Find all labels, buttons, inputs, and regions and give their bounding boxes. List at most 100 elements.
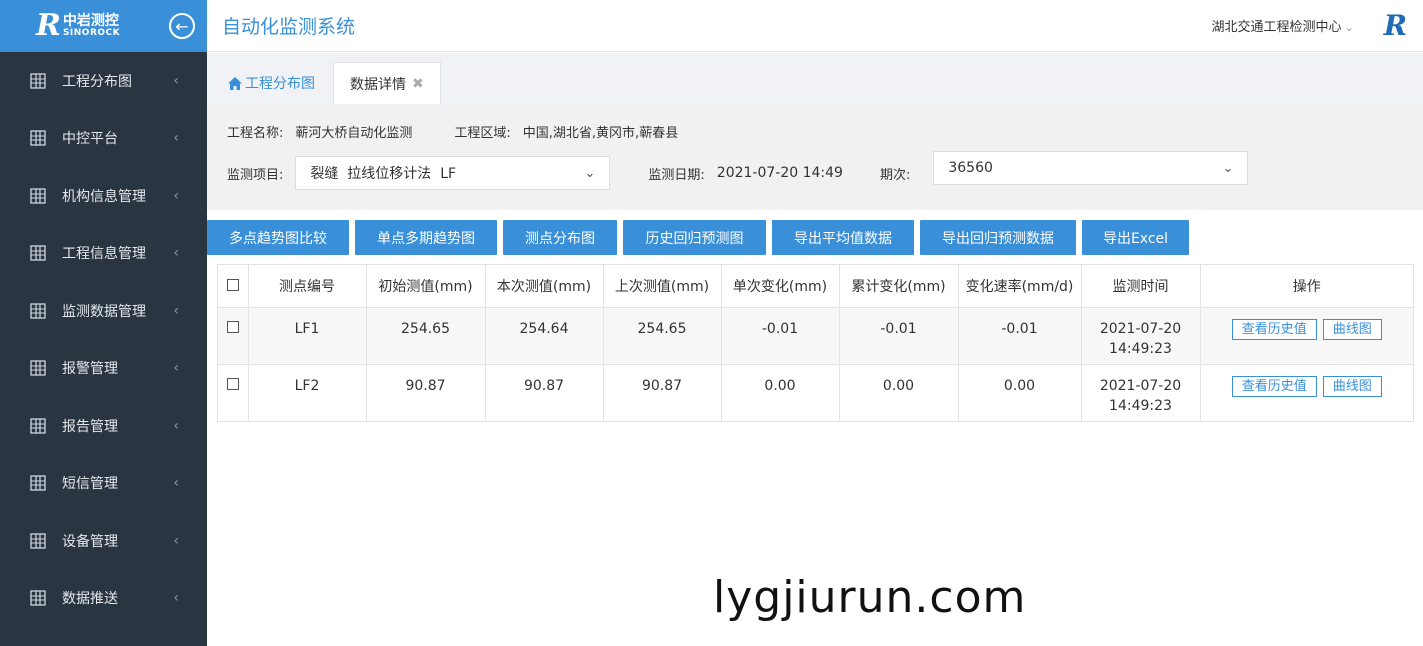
project-name-value: 蕲河大桥自动化监测 <box>295 126 413 141</box>
chevron-left-icon: ‹ <box>173 187 179 204</box>
sidebar-item-label: 设备管理 <box>62 533 118 550</box>
org-name: 湖北交通工程检测中心 <box>1211 20 1342 35</box>
select-all-cell <box>218 265 249 308</box>
table-row: LF1 254.65 254.64 254.65 -0.01 -0.01 -0.… <box>218 307 1413 365</box>
sidebar-item-data-push[interactable]: 数据推送 ‹ <box>0 570 207 628</box>
col-header[interactable]: 测点编号 <box>248 265 367 308</box>
col-header[interactable]: 单次变化(mm) <box>721 265 840 308</box>
cell-time: 14:49:23 <box>1109 340 1172 357</box>
monitor-date-value: 2021-07-20 14:49 <box>716 165 843 181</box>
cell-current: 90.87 <box>485 364 604 421</box>
cell-cumulative-change: 0.00 <box>839 364 959 421</box>
sidebar-item-device[interactable]: 设备管理 ‹ <box>0 512 207 570</box>
sidebar-item-project-map[interactable]: 工程分布图 ‹ <box>0 52 207 110</box>
chevron-down-icon: ⌄ <box>584 165 596 181</box>
monitor-item-label: 监测项目: <box>227 167 284 183</box>
cell-single-change: 0.00 <box>721 364 840 421</box>
row-checkbox[interactable] <box>226 377 239 390</box>
system-title: 自动化监测系统 <box>222 16 356 38</box>
single-point-trend-button[interactable]: 单点多期趋势图 <box>355 220 497 255</box>
close-icon[interactable]: ✖ <box>412 76 424 92</box>
cell-monitor-time: 2021-07-20 14:49:23 <box>1081 364 1201 421</box>
cell-current: 254.64 <box>485 307 604 365</box>
col-header[interactable]: 本次测值(mm) <box>485 265 604 308</box>
home-icon <box>227 76 243 91</box>
export-regression-button[interactable]: 导出回归预测数据 <box>920 220 1076 255</box>
logo-mark: R <box>36 8 61 43</box>
grid-icon <box>30 130 46 146</box>
period-value: 36560 <box>948 160 993 176</box>
grid-icon <box>30 245 46 261</box>
grid-icon <box>30 188 46 204</box>
cell-point-id: LF1 <box>248 307 367 365</box>
region-value: 中国,湖北省,黄冈市,蕲春县 <box>522 126 679 141</box>
collapse-sidebar-button[interactable]: ← <box>169 13 195 39</box>
regression-forecast-button[interactable]: 历史回归预测图 <box>623 220 766 255</box>
col-header[interactable]: 上次测值(mm) <box>603 265 722 308</box>
org-dropdown[interactable]: 湖北交通工程检测中心 ⌄ <box>1211 16 1353 35</box>
col-header[interactable]: 变化速率(mm/d) <box>958 265 1082 308</box>
tab-label: 数据详情 <box>350 76 406 93</box>
project-name-label: 工程名称: <box>227 126 284 141</box>
row-checkbox[interactable] <box>226 320 239 333</box>
grid-icon <box>30 303 46 319</box>
cell-previous: 254.65 <box>603 307 722 365</box>
sidebar-item-monitor-data[interactable]: 监测数据管理 ‹ <box>0 282 207 340</box>
export-excel-button[interactable]: 导出Excel <box>1082 220 1189 255</box>
grid-icon <box>30 475 46 491</box>
cell-monitor-time: 2021-07-20 14:49:23 <box>1081 307 1201 365</box>
app-root: R 中岩测控 SINOROCK ← 工程分布图 ‹ 中控平台 ‹ 机构信息管理 ‹ 工… <box>0 0 1423 646</box>
cell-rate: -0.01 <box>958 307 1082 365</box>
grid-icon <box>30 418 46 434</box>
cell-time: 14:49:23 <box>1109 397 1172 414</box>
sidebar-item-control-platform[interactable]: 中控平台 ‹ <box>0 110 207 168</box>
tab-data-detail[interactable]: 数据详情 ✖ <box>333 62 441 104</box>
cell-initial: 90.87 <box>366 364 486 421</box>
curve-chart-button[interactable]: 曲线图 <box>1322 318 1382 340</box>
grid-icon <box>30 533 46 549</box>
row-select-cell <box>218 307 249 365</box>
cell-cumulative-change: -0.01 <box>839 307 959 365</box>
col-header: 操作 <box>1200 265 1413 308</box>
sidebar-item-label: 中控平台 <box>62 131 118 148</box>
select-all-checkbox[interactable] <box>226 278 239 291</box>
sidebar-item-project-info[interactable]: 工程信息管理 ‹ <box>0 225 207 283</box>
region-label: 工程区域: <box>454 126 511 141</box>
watermark-text: lygjiurun.com <box>713 572 1027 623</box>
period-select[interactable]: 36560 ⌄ <box>933 151 1249 185</box>
monitor-item-select[interactable]: 裂缝 拉线位移计法 LF ⌄ <box>295 156 611 190</box>
cell-single-change: -0.01 <box>721 307 840 365</box>
sidebar-item-report[interactable]: 报告管理 ‹ <box>0 397 207 455</box>
sidebar-item-org-info[interactable]: 机构信息管理 ‹ <box>0 167 207 225</box>
top-header: 自动化监测系统 湖北交通工程检测中心 ⌄ R <box>207 0 1423 52</box>
row-select-cell <box>218 364 249 421</box>
monitor-date-label: 监测日期: <box>648 167 705 183</box>
multi-point-trend-button[interactable]: 多点趋势图比较 <box>207 220 349 255</box>
tab-project-map[interactable]: 工程分布图 <box>219 62 323 104</box>
view-history-button[interactable]: 查看历史值 <box>1231 318 1317 340</box>
col-header[interactable]: 监测时间 <box>1081 265 1201 308</box>
table-header-row: 测点编号 初始测值(mm) 本次测值(mm) 上次测值(mm) 单次变化(mm)… <box>218 265 1413 308</box>
arrow-left-icon: ← <box>175 16 189 36</box>
logo-en: SINOROCK <box>62 27 121 38</box>
col-header[interactable]: 初始测值(mm) <box>366 265 486 308</box>
cell-actions: 查看历史值 曲线图 <box>1200 307 1413 365</box>
chevron-down-icon: ⌄ <box>1344 21 1354 34</box>
chevron-left-icon: ‹ <box>173 417 179 434</box>
chevron-left-icon: ‹ <box>173 130 179 147</box>
sidebar-item-label: 机构信息管理 <box>62 188 146 205</box>
point-distribution-button[interactable]: 测点分布图 <box>503 220 617 255</box>
view-history-button[interactable]: 查看历史值 <box>1231 375 1317 397</box>
chevron-left-icon: ‹ <box>173 72 179 89</box>
sidebar-item-alarm[interactable]: 报警管理 ‹ <box>0 340 207 398</box>
filter-panel: 工程名称: 蕲河大桥自动化监测 工程区域: 中国,湖北省,黄冈市,蕲春县 监测项… <box>207 104 1423 210</box>
export-average-button[interactable]: 导出平均值数据 <box>772 220 914 255</box>
sidebar-item-sms[interactable]: 短信管理 ‹ <box>0 455 207 513</box>
cell-date: 2021-07-20 <box>1099 320 1182 337</box>
col-header[interactable]: 累计变化(mm) <box>839 265 959 308</box>
brand-logo: R <box>1383 9 1407 42</box>
cell-actions: 查看历史值 曲线图 <box>1200 364 1413 421</box>
curve-chart-button[interactable]: 曲线图 <box>1322 375 1382 397</box>
table-row: LF2 90.87 90.87 90.87 0.00 0.00 0.00 202… <box>218 364 1413 421</box>
cell-rate: 0.00 <box>958 364 1082 421</box>
